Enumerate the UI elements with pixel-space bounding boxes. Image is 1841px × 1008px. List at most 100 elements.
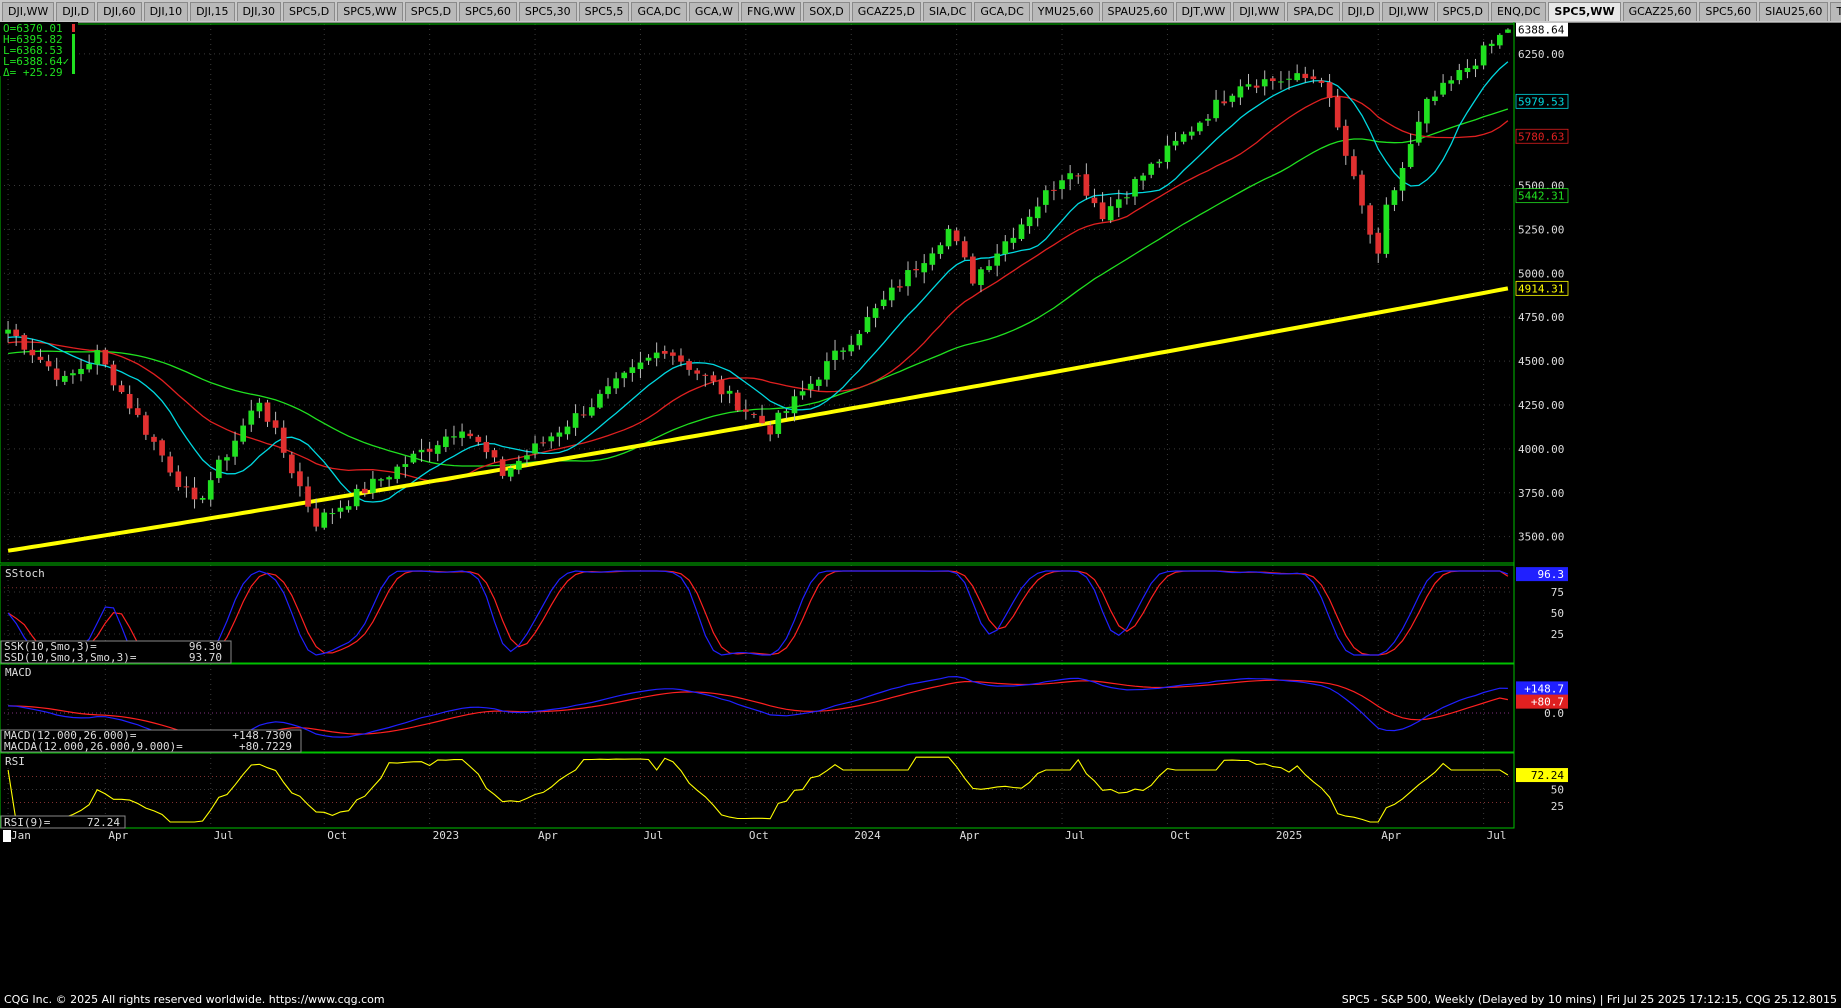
symbol-tab[interactable]: GCA,DC xyxy=(974,2,1030,21)
symbol-tab[interactable]: GCAZ25,D xyxy=(851,2,921,21)
candle-body xyxy=(686,361,692,370)
symbol-tab[interactable]: SPA,DC xyxy=(1287,2,1340,21)
candle-body xyxy=(872,308,879,318)
symbol-tab[interactable]: SPC5,WW xyxy=(1548,2,1621,21)
symbol-tab[interactable]: GCA,W xyxy=(688,2,739,21)
candle-body xyxy=(248,410,255,425)
candle-body xyxy=(1359,174,1365,206)
symbol-tab[interactable]: SPC5,60 xyxy=(1699,2,1758,21)
candle-body xyxy=(888,287,895,301)
symbol-tab[interactable]: DJI,15 xyxy=(190,2,235,21)
candle-body xyxy=(507,468,514,477)
candle-body xyxy=(978,269,984,286)
candle-body xyxy=(159,440,165,456)
candle-body xyxy=(1180,134,1187,142)
symbol-tab[interactable]: DJI,WW xyxy=(1382,2,1435,21)
symbol-tab[interactable]: SPC5,5 xyxy=(578,2,630,21)
macd-signal-label: MACDA(12.000,26.000,9.000)= xyxy=(4,740,183,753)
stoch-axis-label: 25 xyxy=(1551,628,1564,641)
candle-body xyxy=(459,431,465,438)
symbol-tab[interactable]: DJT,WW xyxy=(1175,2,1232,21)
candle-body xyxy=(1205,118,1211,121)
symbol-tab[interactable]: GCA,DC xyxy=(631,2,687,21)
candle-body xyxy=(232,440,238,457)
candle-body xyxy=(1351,156,1357,177)
candle-body xyxy=(5,329,11,334)
candle-body xyxy=(564,426,571,435)
time-axis-label: Apr xyxy=(960,829,980,842)
rsi-axis-label: 25 xyxy=(1551,800,1564,813)
candle-body xyxy=(21,335,28,350)
rsi-tag-label: 72.24 xyxy=(1531,769,1564,782)
price-tick-label: 3750.00 xyxy=(1518,487,1564,500)
candle-body xyxy=(13,329,19,337)
symbol-tab[interactable]: SIAU25,60 xyxy=(1759,2,1829,21)
candle-body xyxy=(199,497,206,500)
price-tick-label: 3500.00 xyxy=(1518,531,1564,544)
chart-area[interactable]: 6250.005500.005250.005000.004750.004500.… xyxy=(0,22,1841,990)
candle-body xyxy=(613,378,619,389)
symbol-tab[interactable]: SPC5,30 xyxy=(518,2,577,21)
candle-body xyxy=(345,506,352,510)
stoch-d-line xyxy=(7,570,1509,656)
symbol-tab[interactable]: TYA,DC xyxy=(1830,2,1841,21)
ohlc-marker xyxy=(72,24,75,32)
candle-body xyxy=(264,402,271,422)
symbol-tab[interactable]: DJI,D xyxy=(56,2,96,21)
candle-body xyxy=(1213,99,1219,119)
symbol-tab[interactable]: SOX,D xyxy=(803,2,850,21)
candle-body xyxy=(670,352,676,356)
price-tag-label: 5442.31 xyxy=(1518,190,1564,203)
symbol-tab[interactable]: DJI,60 xyxy=(97,2,142,21)
candle-body xyxy=(1294,73,1300,81)
symbol-tab[interactable]: GCAZ25,60 xyxy=(1622,2,1698,21)
candle-body xyxy=(1505,29,1511,33)
candle-body xyxy=(151,436,157,442)
candle-body xyxy=(53,368,60,380)
price-tick-label: 4750.00 xyxy=(1518,311,1564,324)
candle-body xyxy=(402,464,409,467)
symbol-tab[interactable]: DJI,WW xyxy=(2,2,55,21)
symbol-tab[interactable]: ENQ,DC xyxy=(1490,2,1547,21)
candle-body xyxy=(475,436,482,442)
symbol-tab[interactable]: SIA,DC xyxy=(922,2,973,21)
candle-body xyxy=(1002,241,1009,255)
scroll-handle[interactable] xyxy=(3,830,11,842)
candle-body xyxy=(548,436,555,442)
candle-body xyxy=(110,364,117,386)
symbol-tab[interactable]: SPC5,D xyxy=(1436,2,1489,21)
symbol-tab[interactable]: SPC5,D xyxy=(404,2,458,21)
symbol-tab[interactable]: SPC5,D xyxy=(282,2,336,21)
symbol-tab[interactable]: YMU25,60 xyxy=(1031,2,1100,21)
symbol-tab[interactable]: SPC5,60 xyxy=(459,2,517,21)
stoch-title: SStoch xyxy=(5,567,45,580)
candle-body xyxy=(1237,86,1244,98)
symbol-tab[interactable]: DJI,30 xyxy=(236,2,281,21)
symbol-tab[interactable]: DJI,D xyxy=(1341,2,1381,21)
candle-body xyxy=(515,460,522,470)
time-axis-label: Apr xyxy=(1381,829,1401,842)
time-axis-label: Apr xyxy=(108,829,128,842)
candle-body xyxy=(386,477,392,480)
symbol-tab[interactable]: DJI,10 xyxy=(143,2,189,21)
candle-body xyxy=(1391,190,1398,205)
candle-body xyxy=(1472,65,1479,70)
candle-body xyxy=(102,349,109,365)
macd-signal-tag-label: +80.7 xyxy=(1531,696,1564,709)
candle-body xyxy=(1075,175,1082,177)
candle-body xyxy=(791,396,798,414)
candle-body xyxy=(29,349,36,356)
symbol-tab[interactable]: DJI,WW xyxy=(1233,2,1286,21)
candle-body xyxy=(94,350,101,365)
candle-body xyxy=(451,436,457,438)
candle-body xyxy=(1034,206,1041,219)
symbol-tab[interactable]: SPAU25,60 xyxy=(1101,2,1174,21)
stoch-d-value: 93.70 xyxy=(189,651,222,664)
candle-body xyxy=(1107,206,1114,221)
symbol-tab[interactable]: FNG,WW xyxy=(740,2,802,21)
rsi-value: 72.24 xyxy=(87,816,120,829)
candle-body xyxy=(1197,122,1203,132)
symbol-tab[interactable]: SPC5,WW xyxy=(337,2,403,21)
panel-border xyxy=(0,23,1515,564)
candle-body xyxy=(743,409,749,412)
